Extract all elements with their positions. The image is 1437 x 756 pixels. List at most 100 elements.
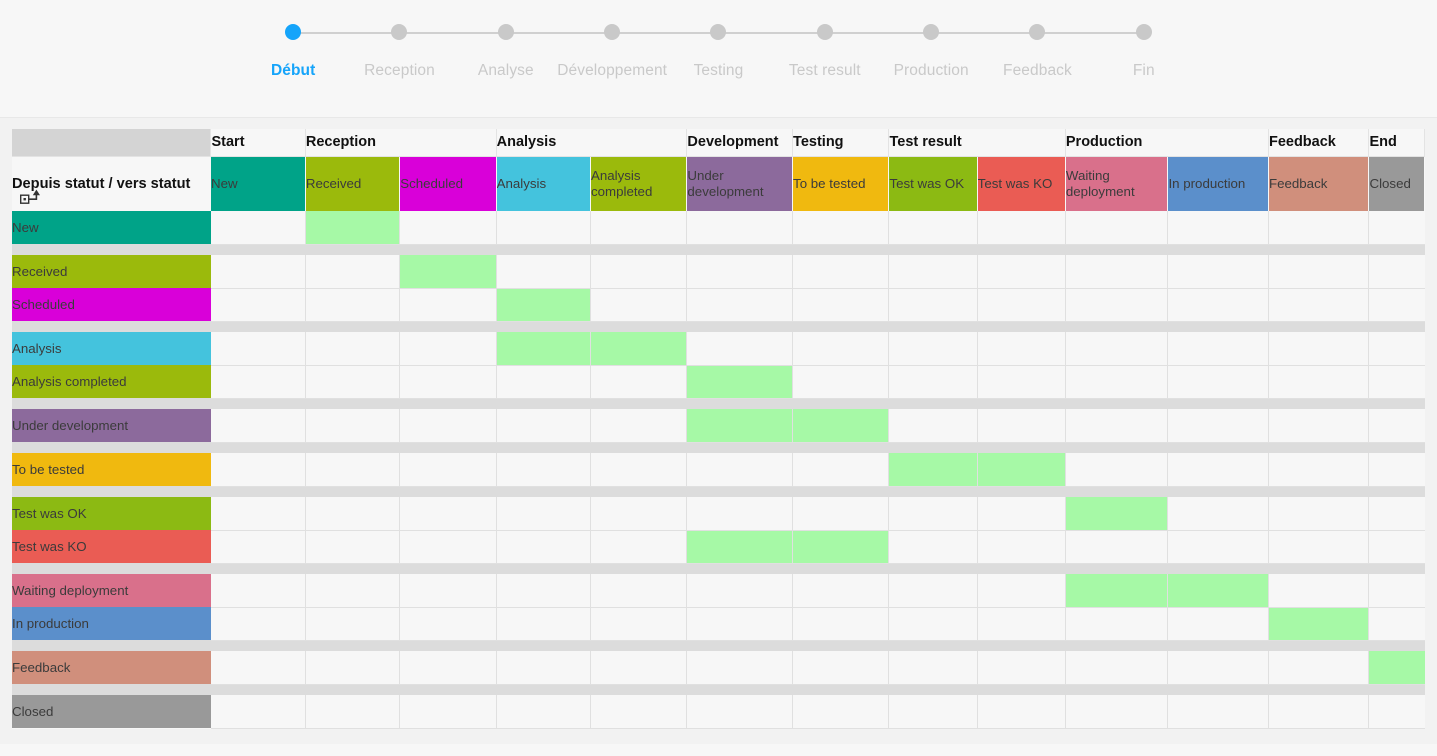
transition-cell-empty[interactable] xyxy=(792,607,890,641)
transition-cell-allowed[interactable] xyxy=(305,211,401,245)
stepper-step-8[interactable]: Fin xyxy=(1091,18,1197,80)
transition-cell-empty[interactable] xyxy=(1268,651,1370,685)
stepper-dot-icon[interactable] xyxy=(816,24,833,40)
transition-cell-allowed[interactable] xyxy=(1368,651,1425,685)
row-status-label-12[interactable]: Closed xyxy=(12,695,211,728)
transition-cell-empty[interactable] xyxy=(888,255,978,289)
transition-cell-empty[interactable] xyxy=(496,211,591,245)
transition-cell-empty[interactable] xyxy=(1065,695,1169,729)
transition-cell-empty[interactable] xyxy=(1268,497,1370,531)
status-column-header-7[interactable]: Test was OK xyxy=(888,156,978,211)
row-status-label-2[interactable]: Scheduled xyxy=(12,288,211,321)
transition-cell-empty[interactable] xyxy=(1167,365,1269,399)
transition-cell-empty[interactable] xyxy=(210,288,306,322)
transition-cell-allowed[interactable] xyxy=(686,530,794,564)
status-column-header-0[interactable]: New xyxy=(210,156,306,211)
transition-cell-allowed[interactable] xyxy=(1167,574,1269,608)
transition-cell-empty[interactable] xyxy=(686,288,794,322)
transition-cell-empty[interactable] xyxy=(399,530,497,564)
transition-cell-empty[interactable] xyxy=(792,574,890,608)
transition-cell-empty[interactable] xyxy=(305,453,401,487)
row-status-label-9[interactable]: Waiting deployment xyxy=(12,574,211,607)
transition-cell-allowed[interactable] xyxy=(496,288,591,322)
transition-cell-empty[interactable] xyxy=(977,365,1066,399)
status-column-header-4[interactable]: Analysis completed xyxy=(590,156,688,211)
row-status-label-0[interactable]: New xyxy=(12,211,211,244)
transition-cell-empty[interactable] xyxy=(590,365,688,399)
status-column-header-1[interactable]: Received xyxy=(305,156,401,211)
transition-cell-empty[interactable] xyxy=(686,695,794,729)
transition-cell-empty[interactable] xyxy=(686,453,794,487)
transition-cell-empty[interactable] xyxy=(792,288,890,322)
transition-cell-empty[interactable] xyxy=(1368,288,1425,322)
transition-cell-empty[interactable] xyxy=(1167,409,1269,443)
transition-cell-empty[interactable] xyxy=(1368,453,1425,487)
transition-cell-empty[interactable] xyxy=(792,497,890,531)
transition-cell-empty[interactable] xyxy=(1268,332,1370,366)
transition-cell-empty[interactable] xyxy=(210,607,306,641)
transition-cell-empty[interactable] xyxy=(210,530,306,564)
transition-cell-empty[interactable] xyxy=(888,651,978,685)
transition-cell-empty[interactable] xyxy=(1368,409,1425,443)
transition-cell-empty[interactable] xyxy=(792,365,890,399)
stepper-step-2[interactable]: Analyse xyxy=(453,18,613,80)
transition-cell-empty[interactable] xyxy=(210,453,306,487)
transition-cell-empty[interactable] xyxy=(590,211,688,245)
row-status-label-4[interactable]: Analysis completed xyxy=(12,365,211,398)
transition-cell-empty[interactable] xyxy=(1065,365,1169,399)
transition-cell-empty[interactable] xyxy=(496,409,591,443)
stepper-dot-icon[interactable] xyxy=(604,24,621,40)
transition-cell-empty[interactable] xyxy=(496,365,591,399)
transition-cell-empty[interactable] xyxy=(888,365,978,399)
stepper-dot-icon[interactable] xyxy=(497,24,514,40)
transition-cell-allowed[interactable] xyxy=(792,409,890,443)
stepper-step-5[interactable]: Test result xyxy=(772,18,932,80)
status-column-header-8[interactable]: Test was KO xyxy=(977,156,1066,211)
transition-cell-empty[interactable] xyxy=(399,695,497,729)
transition-cell-empty[interactable] xyxy=(1268,453,1370,487)
transition-cell-empty[interactable] xyxy=(1368,530,1425,564)
transition-cell-allowed[interactable] xyxy=(792,530,890,564)
transition-cell-empty[interactable] xyxy=(210,332,306,366)
transition-cell-empty[interactable] xyxy=(399,607,497,641)
transition-cell-empty[interactable] xyxy=(1065,607,1169,641)
status-column-header-5[interactable]: Under development xyxy=(686,156,794,211)
transition-cell-empty[interactable] xyxy=(1368,211,1425,245)
transition-cell-empty[interactable] xyxy=(305,497,401,531)
transition-cell-empty[interactable] xyxy=(686,332,794,366)
transition-cell-empty[interactable] xyxy=(1167,255,1269,289)
transition-cell-empty[interactable] xyxy=(496,530,591,564)
transition-cell-empty[interactable] xyxy=(590,453,688,487)
transition-cell-empty[interactable] xyxy=(399,651,497,685)
transition-cell-empty[interactable] xyxy=(210,574,306,608)
transition-cell-empty[interactable] xyxy=(977,497,1066,531)
row-status-label-6[interactable]: To be tested xyxy=(12,453,211,486)
transition-cell-empty[interactable] xyxy=(305,530,401,564)
transition-cell-empty[interactable] xyxy=(888,607,978,641)
transition-cell-empty[interactable] xyxy=(590,409,688,443)
transition-cell-empty[interactable] xyxy=(792,255,890,289)
transition-cell-allowed[interactable] xyxy=(399,255,497,289)
transition-cell-empty[interactable] xyxy=(1167,651,1269,685)
transition-cell-empty[interactable] xyxy=(1065,651,1169,685)
transition-cell-empty[interactable] xyxy=(792,453,890,487)
transition-cell-empty[interactable] xyxy=(977,332,1066,366)
stepper-dot-icon[interactable] xyxy=(391,24,408,40)
transition-cell-empty[interactable] xyxy=(1065,211,1169,245)
row-status-label-1[interactable]: Received xyxy=(12,255,211,288)
transition-cell-empty[interactable] xyxy=(1167,453,1269,487)
status-column-header-9[interactable]: Waiting deployment xyxy=(1065,156,1169,211)
transition-cell-allowed[interactable] xyxy=(686,365,794,399)
transition-cell-empty[interactable] xyxy=(399,574,497,608)
transition-cell-empty[interactable] xyxy=(888,695,978,729)
transition-cell-empty[interactable] xyxy=(305,332,401,366)
transition-cell-empty[interactable] xyxy=(686,211,794,245)
transition-cell-empty[interactable] xyxy=(590,497,688,531)
transition-cell-empty[interactable] xyxy=(210,651,306,685)
transition-cell-empty[interactable] xyxy=(1368,574,1425,608)
transition-cell-empty[interactable] xyxy=(1368,365,1425,399)
transition-cell-empty[interactable] xyxy=(590,651,688,685)
row-status-label-8[interactable]: Test was KO xyxy=(12,530,211,563)
transition-cell-empty[interactable] xyxy=(1368,607,1425,641)
transition-cell-allowed[interactable] xyxy=(1065,574,1169,608)
